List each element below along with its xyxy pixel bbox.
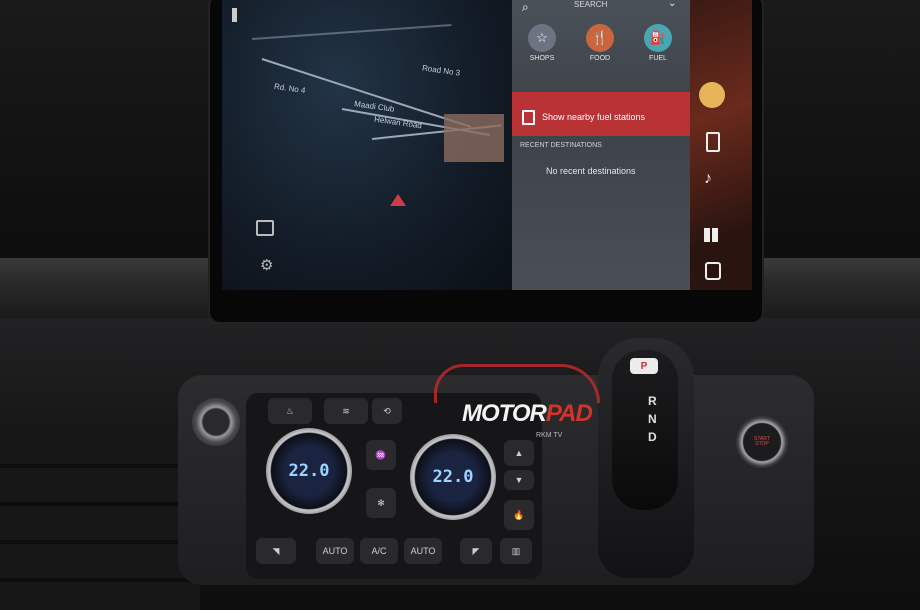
apps-grid-icon[interactable] bbox=[704, 228, 718, 242]
auto-right-button[interactable]: AUTO bbox=[404, 538, 442, 564]
map-road bbox=[251, 24, 452, 40]
recent-destinations-header: RECENT DESTINATIONS bbox=[520, 142, 602, 149]
auto-left-button[interactable]: AUTO bbox=[316, 538, 354, 564]
watermark-car-outline bbox=[434, 364, 600, 403]
search-field-label[interactable]: SEARCH bbox=[574, 0, 607, 9]
settings-gear-icon[interactable]: ⚙ bbox=[260, 256, 273, 274]
category-label: SHOPS bbox=[529, 55, 555, 62]
fuel-stations-link: Show nearby fuel stations bbox=[542, 112, 646, 122]
watermark-subtext: RKM TV bbox=[536, 432, 563, 439]
phone-icon[interactable] bbox=[706, 132, 720, 152]
map-building bbox=[444, 114, 504, 162]
gear-drive: D bbox=[648, 430, 657, 444]
gear-selector[interactable]: P R N D bbox=[612, 350, 678, 510]
floor-mat bbox=[0, 430, 200, 610]
left-temperature-value: 22.0 bbox=[288, 461, 330, 481]
food-icon: 🍴 bbox=[586, 24, 614, 52]
chevron-down-icon[interactable]: ⌄ bbox=[668, 0, 676, 9]
start-stop-button[interactable]: START STOP bbox=[736, 416, 788, 468]
seat-right-button[interactable]: ◤ bbox=[460, 538, 492, 564]
fan-button[interactable]: ✻ bbox=[366, 488, 396, 518]
category-label: FUEL bbox=[649, 55, 667, 62]
airflow-button[interactable]: ▲ bbox=[504, 440, 534, 466]
category-food[interactable]: 🍴 FOOD bbox=[570, 24, 630, 62]
fuel-icon: ⛽ bbox=[644, 24, 672, 52]
vehicle-position-icon bbox=[390, 194, 406, 206]
rear-defrost-button[interactable]: ♨ bbox=[268, 398, 312, 424]
category-shops[interactable]: ☆ SHOPS bbox=[512, 24, 572, 62]
recirculation-button[interactable]: ⟲ bbox=[372, 398, 402, 424]
menu-icon[interactable] bbox=[232, 8, 237, 22]
category-label: FOOD bbox=[589, 55, 611, 62]
right-temperature-dial[interactable]: 22.0 bbox=[410, 434, 496, 520]
airflow-down-button[interactable]: ▼ bbox=[504, 470, 534, 490]
heated-seat-button[interactable]: 🔥 bbox=[504, 500, 534, 530]
vehicle-icon[interactable] bbox=[705, 262, 721, 280]
gear-neutral: N bbox=[648, 412, 657, 426]
side-rail: ♪ bbox=[690, 0, 752, 290]
watermark-brand-suffix: PAD bbox=[545, 400, 593, 427]
music-icon[interactable]: ♪ bbox=[704, 170, 712, 188]
front-defrost-button[interactable]: ≋ bbox=[324, 398, 368, 424]
fuel-pump-icon bbox=[522, 110, 535, 125]
gear-reverse: R bbox=[648, 394, 657, 408]
watermark-brand: MOTOR bbox=[462, 400, 547, 427]
shop-icon: ☆ bbox=[528, 24, 556, 52]
camera-icon[interactable] bbox=[256, 220, 274, 236]
left-temperature-dial[interactable]: 22.0 bbox=[266, 428, 352, 514]
start-stop-label: START STOP bbox=[754, 435, 770, 447]
navigation-map[interactable]: Road No 3 Rd. No 4 Maadi Club Helwan Roa… bbox=[222, 0, 512, 290]
seat-heat-button[interactable]: ♒ bbox=[366, 440, 396, 470]
search-icon[interactable]: ⌕ bbox=[522, 0, 529, 15]
watermark-logo: MOTORPAD bbox=[462, 400, 593, 428]
fuel-stations-row[interactable]: Show nearby fuel stations bbox=[512, 92, 690, 136]
seat-cool-button[interactable]: ◥ bbox=[256, 538, 296, 564]
map-label: Road No 3 bbox=[421, 63, 461, 78]
map-label: Helwan Road bbox=[373, 114, 423, 131]
home-icon[interactable] bbox=[699, 82, 725, 108]
category-fuel[interactable]: ⛽ FUEL bbox=[628, 24, 688, 62]
infotainment-screen[interactable]: Road No 3 Rd. No 4 Maadi Club Helwan Roa… bbox=[222, 0, 752, 290]
search-panel: ⌕ SEARCH ⌄ ☆ SHOPS 🍴 FOOD ⛽ FUEL Show ne… bbox=[512, 0, 690, 290]
ac-button[interactable]: A/C bbox=[360, 538, 398, 564]
volume-knob[interactable] bbox=[192, 398, 240, 446]
rear-seat-button[interactable]: ▥ bbox=[500, 538, 532, 564]
map-label: Rd. No 4 bbox=[273, 81, 307, 96]
park-button[interactable]: P bbox=[630, 358, 658, 374]
right-temperature-value: 22.0 bbox=[432, 467, 474, 487]
recent-destinations-empty: No recent destinations bbox=[546, 166, 636, 176]
